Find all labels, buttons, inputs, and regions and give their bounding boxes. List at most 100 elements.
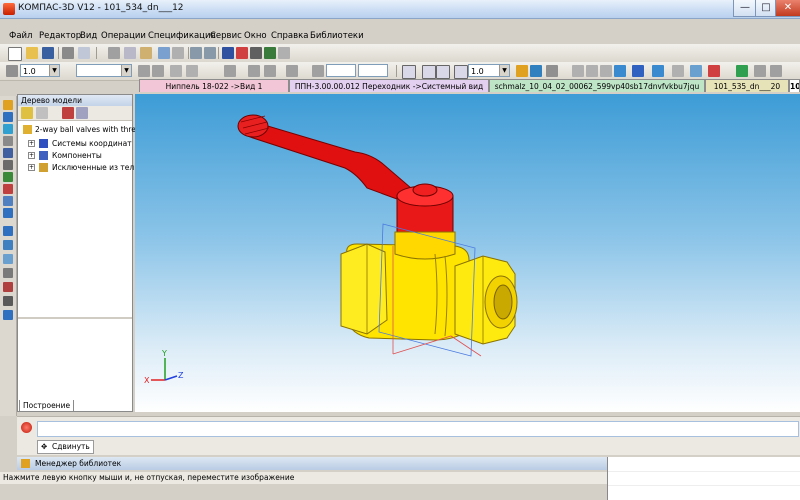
stop-icon[interactable]	[21, 422, 32, 433]
spatial-curves-icon[interactable]	[3, 148, 13, 158]
shaded-edges-icon[interactable]	[632, 65, 644, 77]
property-input[interactable]	[37, 421, 799, 437]
undo-icon[interactable]	[190, 47, 202, 59]
menu-file[interactable]: Файл	[9, 31, 32, 41]
tab-adapter[interactable]: ППН-3.00.00.012 Переходник ->Системный в…	[289, 79, 489, 92]
manager-icon[interactable]	[222, 47, 234, 59]
pan-icon[interactable]	[6, 65, 18, 77]
reports-icon[interactable]	[3, 268, 13, 278]
tree-filter-icon[interactable]	[62, 107, 74, 119]
angle-icon[interactable]	[248, 65, 260, 77]
minimize-button[interactable]: —	[733, 0, 757, 17]
open-folder-icon[interactable]	[26, 47, 38, 59]
library-manager-bar[interactable]: Менеджер библиотек	[17, 457, 607, 470]
parameter-icon[interactable]	[286, 65, 298, 77]
section-icon[interactable]	[690, 65, 702, 77]
print-preview-icon[interactable]	[78, 47, 90, 59]
menu-operations[interactable]: Операции	[101, 31, 146, 41]
zoom-out-icon[interactable]	[436, 65, 450, 79]
coordinate-icon[interactable]	[312, 65, 324, 77]
tab-101-535[interactable]: 101_535_dn___20	[705, 79, 789, 92]
geometry-icon[interactable]	[3, 124, 13, 134]
paste-icon[interactable]	[140, 47, 152, 59]
redo-icon[interactable]	[204, 47, 216, 59]
hidden-lines-icon[interactable]	[586, 65, 598, 77]
tree-sort-icon[interactable]	[76, 107, 88, 119]
settings-icon[interactable]	[264, 47, 276, 59]
properties-icon[interactable]	[172, 47, 184, 59]
tab-101-534-active[interactable]: 101_534_dn___	[789, 79, 800, 92]
save-icon[interactable]	[42, 47, 54, 59]
assembly-icon[interactable]	[3, 136, 13, 146]
tab-nipple[interactable]: Ниппель 18-022 ->Вид 1	[139, 79, 289, 92]
menu-view[interactable]: Вид	[80, 31, 97, 41]
perspective-icon[interactable]	[652, 65, 664, 77]
menu-service[interactable]: Сервис	[210, 31, 242, 41]
filter-icon[interactable]	[672, 65, 684, 77]
grid-icon[interactable]	[138, 65, 150, 77]
shift-button[interactable]: ✥ Сдвинуть	[37, 440, 94, 454]
sheet-metal-icon[interactable]	[3, 240, 13, 250]
style-select[interactable]: ▼	[76, 64, 132, 77]
wireframe-icon[interactable]	[572, 65, 584, 77]
print-icon[interactable]	[62, 47, 74, 59]
fullscreen-icon[interactable]	[770, 65, 782, 77]
expand-components[interactable]: +	[28, 152, 35, 159]
help-pointer-icon[interactable]	[278, 47, 290, 59]
macro-icon[interactable]	[3, 310, 13, 320]
pipelines-icon[interactable]	[3, 296, 13, 306]
tree-item-components[interactable]: Компоненты	[52, 151, 102, 160]
move-view-icon[interactable]	[516, 65, 528, 77]
tab-schmalz[interactable]: schmalz_10_04_02_00062_599vp40sb17dnvfvk…	[489, 79, 705, 92]
round-icon[interactable]	[264, 65, 276, 77]
arrays-icon[interactable]	[3, 172, 13, 182]
coord-y-field[interactable]	[358, 64, 388, 77]
tree-item-coordinate-systems[interactable]: Системы координат	[52, 139, 132, 148]
zoom-in-icon[interactable]	[422, 65, 436, 79]
thin-hidden-icon[interactable]	[600, 65, 612, 77]
view-orientation-icon[interactable]	[546, 65, 558, 77]
snap-icon[interactable]	[170, 65, 182, 77]
specification-icon[interactable]	[3, 254, 13, 264]
tab-construction[interactable]: Построение	[19, 400, 75, 412]
tree-item-excluded[interactable]: Исключенные из тел	[52, 163, 134, 172]
cut-icon[interactable]	[108, 47, 120, 59]
shaded-icon[interactable]	[614, 65, 626, 77]
tree-mode-icon[interactable]	[36, 107, 48, 119]
close-button[interactable]: ✕	[775, 0, 800, 17]
copy-icon[interactable]	[124, 47, 136, 59]
tree-view-icon[interactable]	[21, 107, 33, 119]
new-document-icon[interactable]	[8, 47, 22, 61]
zoom-scale-select[interactable]: 1.0 ▼	[468, 64, 510, 77]
function-icon[interactable]	[250, 47, 262, 59]
zoom-scale-icon[interactable]	[454, 65, 468, 79]
menu-libraries[interactable]: Библиотеки	[310, 31, 364, 41]
selection-icon[interactable]	[3, 208, 13, 218]
grid-snap-icon[interactable]	[754, 65, 766, 77]
edit-part-icon[interactable]	[3, 100, 13, 110]
variables-icon[interactable]	[236, 47, 248, 59]
constraints-icon[interactable]	[3, 226, 13, 236]
surfaces-icon[interactable]	[3, 160, 13, 170]
measure-icon[interactable]	[3, 196, 13, 206]
line-width-select[interactable]: 1.0 ▼	[20, 64, 60, 77]
rotate-icon[interactable]	[530, 65, 542, 77]
menu-help[interactable]: Справка	[271, 31, 308, 41]
dots-icon[interactable]	[224, 65, 236, 77]
format-icon[interactable]	[158, 47, 170, 59]
menu-specification[interactable]: Спецификация	[148, 31, 216, 41]
zoom-window-icon[interactable]	[402, 65, 416, 79]
library-icon[interactable]	[736, 65, 748, 77]
menu-window[interactable]: Окно	[244, 31, 267, 41]
display-icon[interactable]	[708, 65, 720, 77]
tree-root-assembly[interactable]: 2-way ball valves with threa	[35, 125, 141, 134]
3d-viewport[interactable]: Y X Z	[135, 94, 800, 412]
maximize-button[interactable]: □	[755, 0, 777, 17]
expand-coordinate-systems[interactable]: +	[28, 140, 35, 147]
sketch-icon[interactable]	[3, 112, 13, 122]
elements-icon[interactable]	[3, 282, 13, 292]
coord-x-field[interactable]	[326, 64, 356, 77]
expand-excluded[interactable]: +	[28, 164, 35, 171]
local-cs-icon[interactable]	[186, 65, 198, 77]
menu-editor[interactable]: Редактор	[39, 31, 81, 41]
